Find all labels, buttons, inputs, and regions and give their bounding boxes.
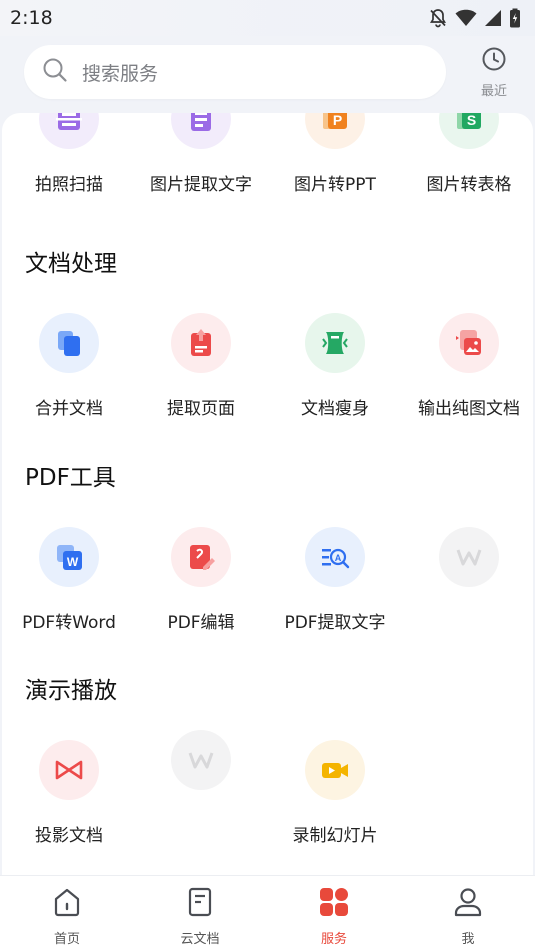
section-title-presentation: 演示播放	[25, 678, 117, 704]
nav-label: 服务	[320, 932, 347, 947]
tile-extract-page[interactable]: 提取页面	[134, 313, 268, 419]
pdf-edit-icon	[171, 527, 231, 587]
section-title-doc-processing: 文档处理	[25, 251, 117, 277]
tile-label: 输出纯图文档	[418, 399, 520, 419]
tile-label: 投影文档	[35, 826, 103, 846]
clock-icon	[481, 46, 507, 77]
slim-doc-icon	[305, 313, 365, 373]
nav-label: 我	[461, 932, 475, 947]
header: 搜索服务 最近	[0, 36, 535, 116]
presentation-row: 投影文档 录制幻灯片	[2, 730, 533, 846]
tile-placeholder	[134, 730, 268, 811]
search-placeholder: 搜索服务	[82, 62, 159, 85]
tile-pdf-edit[interactable]: PDF编辑	[134, 527, 268, 633]
tile-label: PDF提取文字	[284, 613, 386, 633]
tile-label: 录制幻灯片	[292, 826, 378, 846]
nav-home[interactable]: 首页	[0, 886, 134, 947]
tile-slim-doc[interactable]: 文档瘦身	[268, 313, 402, 419]
tile-photo-scan[interactable]: 拍照扫描	[2, 113, 136, 195]
signal-icon	[484, 9, 502, 27]
cloud-doc-icon	[184, 886, 216, 923]
bottom-nav: 首页 云文档 服务 我	[0, 875, 535, 952]
status-time: 2:18	[10, 7, 53, 29]
image-doc-icon	[439, 313, 499, 373]
services-grid-icon	[318, 886, 350, 923]
tile-pdf-to-word[interactable]: W PDF转Word	[2, 527, 136, 633]
svg-text:W: W	[67, 555, 79, 569]
recent-button[interactable]: 最近	[470, 46, 518, 99]
image-tools-row: 拍照扫描 图片提取文字 P 图片转PPT S 图片转表格	[2, 113, 533, 195]
nav-profile[interactable]: 我	[401, 886, 535, 947]
tile-label: 合并文档	[35, 399, 103, 419]
recent-label: 最近	[480, 84, 507, 99]
pdf-text-icon: A	[305, 527, 365, 587]
tile-label: PDF编辑	[167, 613, 235, 633]
search-icon	[42, 57, 68, 88]
scan-icon	[39, 113, 99, 149]
wps-placeholder-icon	[171, 730, 231, 790]
tile-merge-doc[interactable]: 合并文档	[2, 313, 136, 419]
wifi-icon	[455, 9, 477, 27]
tile-label: PDF转Word	[22, 613, 116, 633]
tile-image-extract-text[interactable]: 图片提取文字	[134, 113, 268, 195]
ppt-icon: P	[305, 113, 365, 149]
profile-icon	[452, 886, 484, 923]
battery-icon	[509, 8, 521, 28]
projection-icon	[39, 740, 99, 800]
tile-label: 拍照扫描	[35, 175, 103, 195]
tile-image-to-sheet[interactable]: S 图片转表格	[402, 113, 533, 195]
svg-text:P: P	[333, 113, 342, 128]
nav-cloud-docs[interactable]: 云文档	[133, 886, 267, 947]
notifications-off-icon	[428, 8, 448, 28]
tile-image-to-ppt[interactable]: P 图片转PPT	[268, 113, 402, 195]
merge-doc-icon	[39, 313, 99, 373]
nav-services[interactable]: 服务	[267, 886, 401, 947]
status-bar: 2:18	[0, 0, 535, 36]
svg-text:A: A	[335, 553, 342, 563]
tile-projection-doc[interactable]: 投影文档	[2, 740, 136, 846]
tile-label: 图片转PPT	[294, 175, 376, 195]
svg-text:S: S	[467, 113, 476, 128]
nav-label: 首页	[53, 932, 80, 947]
extract-page-icon	[171, 313, 231, 373]
tile-image-doc[interactable]: 输出纯图文档	[402, 313, 533, 419]
services-panel: 拍照扫描 图片提取文字 P 图片转PPT S 图片转表格 文档处理 合并文档 提…	[2, 113, 533, 875]
wps-placeholder-icon	[439, 527, 499, 587]
sheet-icon: S	[439, 113, 499, 149]
pdf-to-word-icon: W	[39, 527, 99, 587]
tile-label: 图片转表格	[426, 175, 512, 195]
nav-label: 云文档	[180, 932, 220, 947]
home-icon	[51, 886, 83, 923]
pdf-tools-row: W PDF转Word PDF编辑 A PDF提取文字	[2, 527, 533, 633]
tile-label: 提取页面	[167, 399, 235, 419]
tile-record-slide[interactable]: 录制幻灯片	[268, 740, 402, 846]
tile-label: 文档瘦身	[301, 399, 369, 419]
tile-placeholder	[402, 527, 533, 608]
tile-pdf-extract-text[interactable]: A PDF提取文字	[268, 527, 402, 633]
record-slide-icon	[305, 740, 365, 800]
image-text-icon	[171, 113, 231, 149]
section-title-pdf-tools: PDF工具	[25, 465, 116, 491]
doc-processing-row: 合并文档 提取页面 文档瘦身 输出纯图文档	[2, 313, 533, 419]
search-box[interactable]: 搜索服务	[24, 45, 446, 99]
tile-label: 图片提取文字	[150, 175, 252, 195]
status-icons	[428, 8, 521, 28]
